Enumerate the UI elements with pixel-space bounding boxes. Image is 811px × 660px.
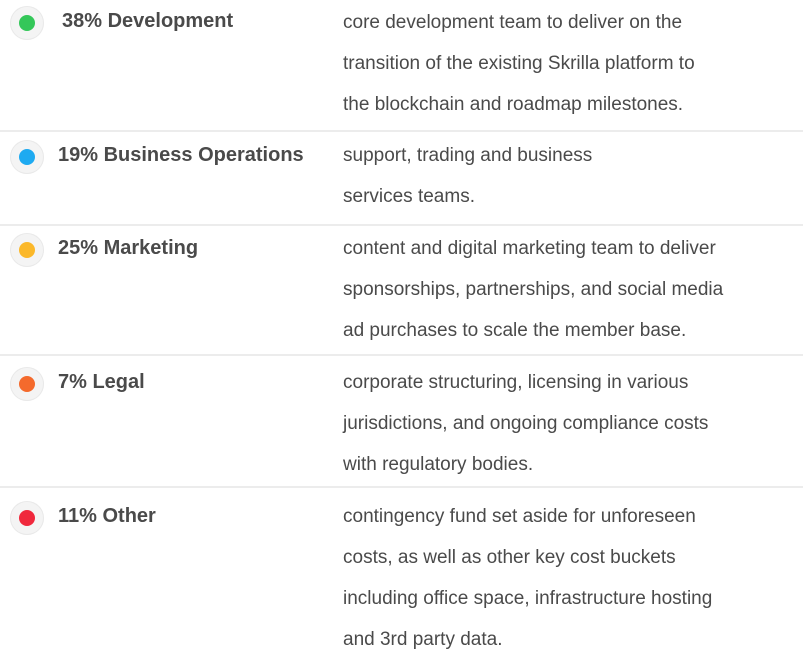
category-name: Other [102, 505, 156, 527]
description-line: sponsorships, partnerships, and social m… [343, 279, 724, 300]
description-line: jurisdictions, and ongoing compliance co… [343, 413, 709, 434]
category-name: Marketing [103, 237, 199, 259]
allocation-row-other: 11% Other contingency fund set aside for… [0, 488, 803, 657]
dot-fill [19, 242, 35, 258]
dot-fill [19, 15, 35, 31]
allocation-row-legal: 7% Legal corporate structuring, licensin… [0, 356, 803, 486]
description-line: ad purchases to scale the member base. [343, 320, 687, 341]
category-name: Legal [92, 371, 145, 393]
allocation-row-development: 38% Development core development team to… [0, 0, 803, 130]
allocation-row-business-operations: 19% Business Operations support, trading… [0, 132, 803, 224]
color-dot-blue [10, 140, 44, 174]
description-line: the blockchain and roadmap milestones. [343, 94, 684, 115]
description-line: and 3rd party data. [343, 629, 503, 650]
dot-fill [19, 376, 35, 392]
color-dot-green [10, 6, 44, 40]
description-line: including office space, infrastructure h… [343, 588, 713, 609]
allocation-row-marketing: 25% Marketing content and digital market… [0, 226, 803, 354]
category-label: 7% Legal [58, 371, 145, 394]
category-percent: 19% [58, 144, 99, 166]
category-description: contingency fund set aside for unforesee… [343, 496, 803, 660]
description-line: support, trading and business [343, 145, 593, 166]
category-name: Development [107, 10, 234, 32]
description-line: contingency fund set aside for unforesee… [343, 506, 696, 527]
category-name: Business Operations [103, 144, 304, 166]
description-line: content and digital marketing team to de… [343, 238, 716, 259]
description-line: services teams. [343, 186, 475, 207]
category-description: support, trading and business services t… [343, 135, 803, 217]
dot-fill [19, 149, 35, 165]
description-line: costs, as well as other key cost buckets [343, 547, 676, 568]
category-label: 11% Other [58, 505, 156, 528]
category-description: corporate structuring, licensing in vari… [343, 362, 803, 485]
category-description: content and digital marketing team to de… [343, 228, 803, 351]
category-percent: 7% [58, 371, 87, 393]
description-line: corporate structuring, licensing in vari… [343, 372, 689, 393]
category-percent: 11% [58, 505, 97, 527]
description-line: core development team to deliver on the [343, 12, 683, 33]
category-percent: 25% [58, 237, 99, 259]
category-percent: 38% [62, 10, 103, 32]
dot-fill [19, 510, 35, 526]
color-dot-red [10, 501, 44, 535]
description-line: transition of the existing Skrilla platf… [343, 53, 695, 74]
fund-allocation-table: 38% Development core development team to… [0, 0, 811, 657]
category-label: 25% Marketing [58, 237, 198, 260]
color-dot-orange [10, 367, 44, 401]
category-label: 19% Business Operations [58, 144, 304, 167]
color-dot-yellow [10, 233, 44, 267]
category-description: core development team to deliver on the … [343, 2, 803, 125]
description-line: with regulatory bodies. [343, 454, 534, 475]
category-label: 38% Development [62, 10, 233, 33]
